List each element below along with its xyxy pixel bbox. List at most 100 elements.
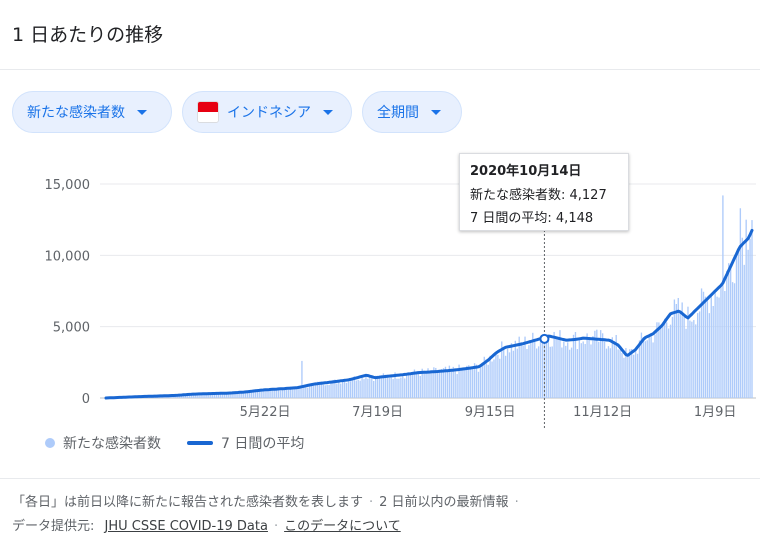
daily-case-bar [555,338,557,398]
daily-case-bar [572,334,575,398]
metric-dropdown[interactable]: 新たな感染者数 [12,91,172,133]
tooltip-date: 2020年10月14日 [470,164,582,179]
daily-case-bar [665,322,668,398]
source-link[interactable]: JHU CSSE COVID-19 Data [105,519,268,534]
daily-case-bar [749,238,751,398]
daily-case-bar [409,374,412,398]
daily-case-bar [712,305,714,398]
daily-case-bar [524,336,526,398]
daily-case-bar [561,347,563,398]
daily-case-bar [745,219,747,398]
daily-case-bar [487,364,489,398]
daily-case-bar [654,334,656,398]
daily-case-bar [739,208,742,398]
daily-case-bar [706,297,709,398]
footer-note: 「各日」は前日以降に新たに報告された感染者数を表します [12,495,364,510]
daily-case-bar [357,379,359,398]
daily-case-bar [343,380,346,398]
daily-case-bar [270,389,272,398]
daily-case-bar [549,346,551,398]
daily-cases-chart[interactable]: 0 5,000 10,000 15,000 5月22日 7月19日 9月15日 11月12日 1… [0,150,760,435]
daily-case-bar [499,358,501,398]
daily-case-bar [266,390,268,398]
daily-case-bar [503,348,505,398]
daily-case-bar [378,375,381,398]
daily-case-bar [638,340,641,398]
daily-case-bar [658,322,660,398]
daily-case-bar [365,376,367,398]
daily-case-bar [576,349,579,398]
daily-case-bar [470,368,472,398]
daily-case-bar [400,377,402,398]
legend-bars-swatch [45,438,55,448]
daily-case-bar [722,195,724,398]
daily-case-bar [415,372,418,398]
daily-case-bar [698,311,701,398]
daily-case-bar [450,368,452,398]
period-dropdown[interactable]: 全期間 [362,91,462,133]
daily-case-bar [619,350,621,398]
daily-case-bar [489,355,491,398]
daily-case-bar [340,383,342,398]
daily-case-bar [623,357,625,398]
daily-case-bar [580,343,582,398]
daily-case-bar [522,345,524,398]
daily-case-bar [429,370,431,398]
daily-case-bar [683,316,685,398]
daily-case-bar [305,386,307,398]
y-tick-label: 10,000 [45,249,91,264]
daily-case-bar [285,388,288,398]
daily-case-bar [724,291,726,398]
header-divider [0,69,760,70]
daily-case-bar [485,359,487,398]
daily-case-bar [262,391,264,398]
daily-case-bar [578,337,581,398]
daily-case-bar [537,346,540,398]
daily-case-bar [481,364,484,398]
daily-case-bar [328,385,330,398]
daily-case-bar [660,326,662,398]
daily-case-bar [345,382,348,398]
country-dropdown[interactable]: インドネシア [182,91,352,133]
daily-case-bar [609,348,612,398]
daily-case-bar [565,345,567,398]
daily-case-bar [541,343,544,398]
daily-case-bar [697,313,699,398]
daily-case-bar [367,378,369,398]
daily-case-bar [691,321,693,398]
daily-case-bar [301,360,303,398]
tooltip-new-cases: 新たな感染者数: 4,127 [470,188,607,203]
daily-case-bar [404,378,406,398]
daily-case-bar [584,343,586,398]
daily-case-bar [679,313,681,398]
dropdown-arrow-icon [137,109,147,115]
daily-case-bar [376,377,379,398]
daily-case-bar [718,297,720,398]
daily-case-bar [526,348,528,398]
daily-case-bar [318,384,321,398]
daily-case-bar [297,387,299,398]
daily-case-bar [520,342,522,398]
daily-case-bar [547,339,549,398]
daily-case-bar [634,348,637,398]
daily-case-bar [479,367,482,398]
footer-freshness: 2 日前以内の最新情報 [379,495,509,510]
x-tick-label: 1月9日 [694,405,737,420]
daily-case-bar [530,343,532,398]
daily-case-bar [652,342,654,398]
daily-case-bar [291,388,293,398]
daily-case-bar [594,330,596,398]
footer-source-row: データ提供元: JHU CSSE COVID-19 Data · このデータについて [12,519,401,534]
daily-case-bar [326,384,328,398]
daily-case-bar [551,346,553,398]
daily-case-bar [508,352,511,398]
daily-case-bar [603,341,606,398]
about-data-link[interactable]: このデータについて [284,519,401,534]
daily-case-bar [617,349,619,398]
x-tick-label: 9月15日 [465,405,516,420]
daily-case-bar [582,341,584,398]
daily-case-bar [720,284,722,398]
daily-case-bar [349,381,352,398]
daily-case-bar [477,371,480,398]
daily-case-bar [437,372,439,398]
